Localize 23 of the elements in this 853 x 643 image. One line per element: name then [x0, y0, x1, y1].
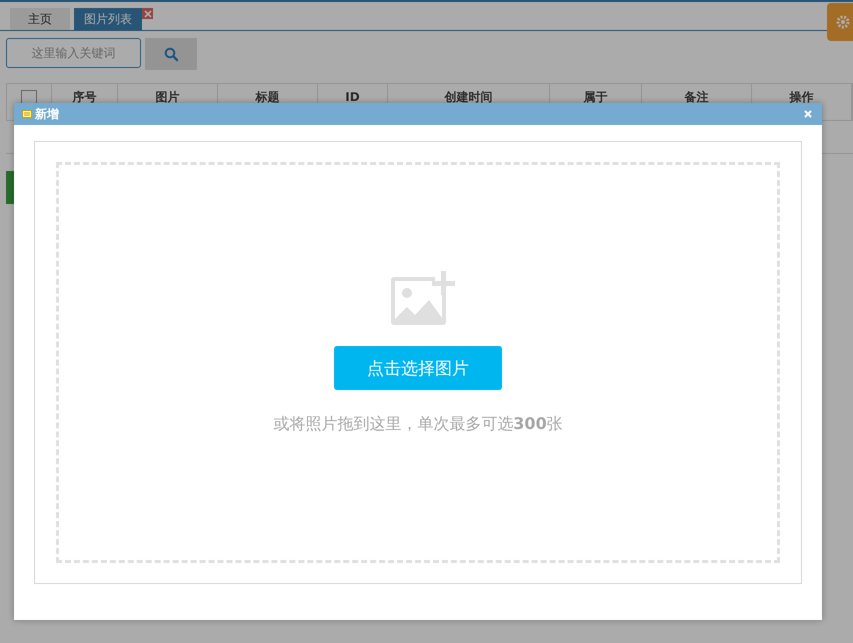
search-button[interactable] [145, 38, 197, 70]
drop-zone[interactable]: 点击选择图片 或将照片拖到这里，单次最多可选300张 [56, 162, 780, 563]
search-field[interactable]: 这里输入关键词 [6, 38, 141, 68]
column-header: 属于 [584, 90, 608, 104]
close-icon[interactable] [804, 110, 812, 118]
tab[interactable]: 图片列表 [74, 8, 142, 30]
column-header: 图片 [156, 90, 180, 104]
column-header: 创建时间 [444, 90, 492, 104]
column-header: 操作 [790, 90, 814, 104]
column-header: 标题 [256, 90, 280, 104]
gear-icon [835, 14, 851, 30]
drop-hint: 或将照片拖到这里，单次最多可选300张 [273, 414, 563, 435]
column-header: ID [345, 90, 360, 104]
add-image-icon [389, 271, 455, 325]
window-icon [22, 110, 32, 118]
dialog-title: 新增 [35, 106, 59, 122]
settings-button[interactable] [827, 3, 853, 41]
search-icon [164, 46, 178, 62]
column-header: 序号 [72, 90, 96, 104]
close-icon[interactable] [142, 8, 153, 19]
select-image-button[interactable]: 点击选择图片 [334, 346, 502, 390]
tab[interactable]: 主页 [10, 8, 70, 30]
column-header: 备注 [684, 90, 708, 104]
